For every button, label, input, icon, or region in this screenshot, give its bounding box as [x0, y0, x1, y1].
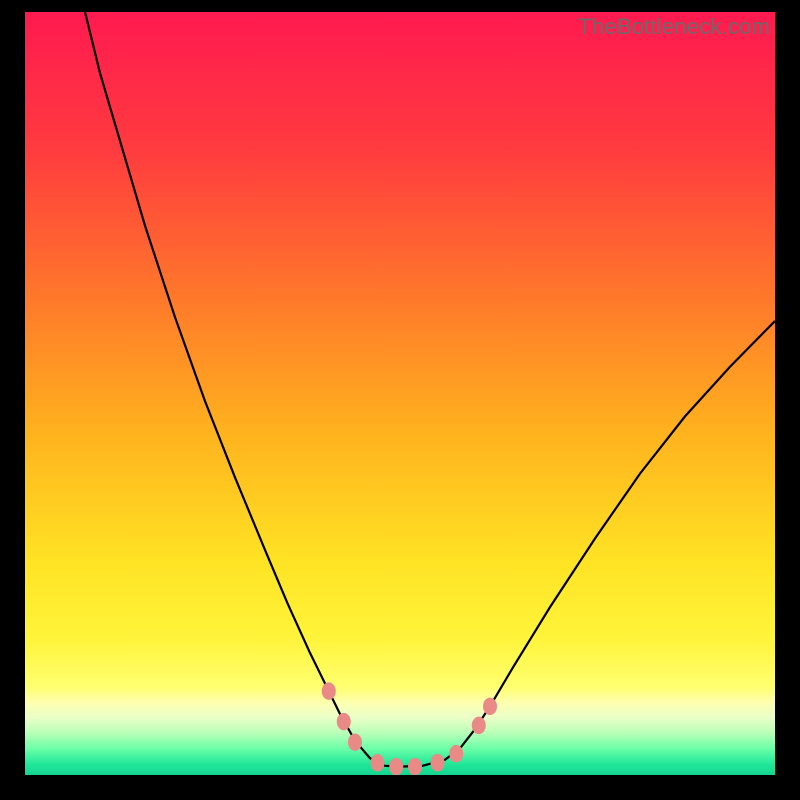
curve-marker — [472, 717, 486, 735]
curve-marker — [408, 758, 422, 775]
bottleneck-chart — [25, 12, 775, 775]
curve-marker — [322, 682, 336, 700]
curve-marker — [348, 733, 362, 751]
watermark-text: TheBottleneck.com — [578, 14, 770, 40]
curve-marker — [449, 745, 463, 763]
curve-marker — [483, 698, 497, 716]
curve-marker — [337, 713, 351, 731]
curve-marker — [371, 754, 385, 772]
chart-frame: TheBottleneck.com — [0, 0, 800, 800]
chart-background — [25, 12, 775, 775]
curve-marker — [431, 754, 445, 772]
curve-marker — [389, 758, 403, 775]
